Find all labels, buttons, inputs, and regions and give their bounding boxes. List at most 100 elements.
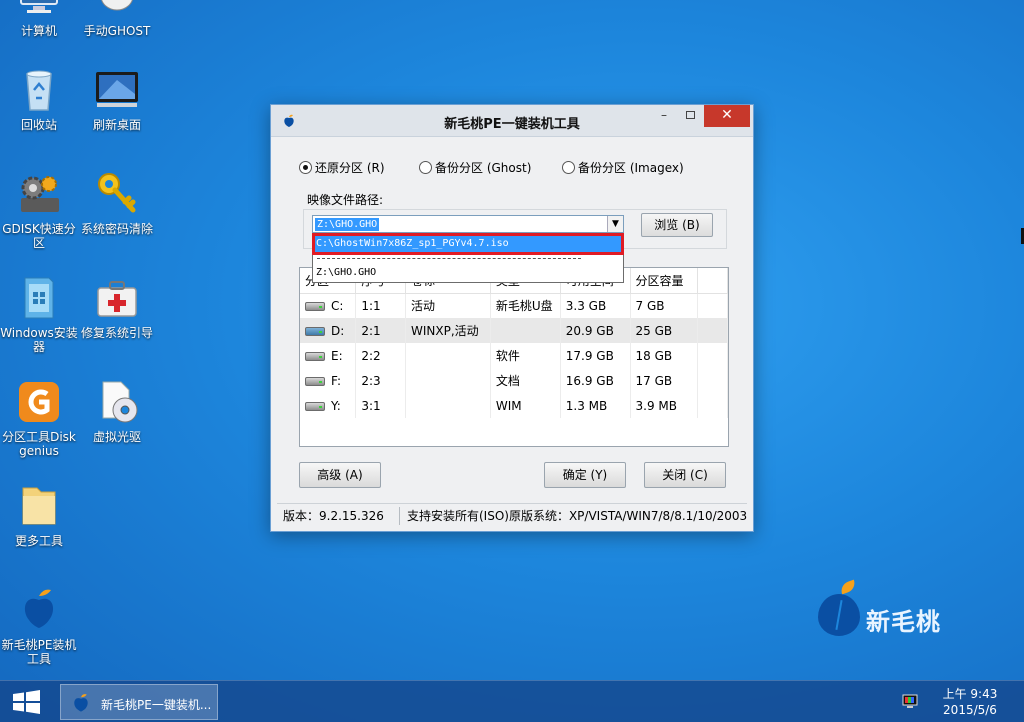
status-divider [399,507,400,525]
radio-circle[interactable] [419,161,432,174]
diskgenius-icon [15,378,63,426]
table-row[interactable]: C: 1:1 活动 新毛桃U盘 3.3 GB 7 GB [300,293,728,318]
close-window-button[interactable]: ✕ [704,105,750,127]
drive-letter: Y: [331,398,341,413]
drive-letter: E: [331,348,343,363]
desktop-icon-label: GDISK快速分区 [2,222,76,250]
peach-logo-icon [71,693,91,713]
cell-free: 16.9 GB [560,368,631,393]
cell-empty [697,293,728,318]
drive-letter: C: [331,298,344,313]
desktop-icon-label: 系统密码清除 [80,222,153,236]
desktop-icon-diskgenius[interactable]: 分区工具Diskgenius [0,378,78,458]
cell-type: WIM [490,393,561,418]
start-button[interactable] [0,681,54,722]
cell-drive: D: [300,318,357,343]
brand-peach [818,594,860,636]
table-row-selected[interactable]: D: 2:1 WINXP,活动 20.9 GB 25 GB [300,318,728,343]
cell-empty [697,318,728,343]
system-clock[interactable]: 上午 9:43 2015/5/6 [936,686,1004,718]
windows-logo-icon [13,690,40,714]
desktop-icon-gdisk[interactable]: GDISK快速分区 [0,170,78,250]
close-button[interactable]: 关闭 (C) [644,462,726,488]
column-header[interactable]: 分区容量 [630,268,699,294]
radio-restore-label: 还原分区 (R) [315,161,385,175]
advanced-button[interactable]: 高级 (A) [299,462,381,488]
desktop-icon-recycle-bin[interactable]: 回收站 [0,66,78,132]
drive-letter: D: [331,323,345,338]
cell-index: 2:3 [355,368,407,393]
display-tray-icon[interactable] [902,693,918,709]
ghost-icon [93,0,141,20]
cell-empty [697,393,728,418]
desktop-icon-repair-boot[interactable]: 修复系统引导 [78,274,156,340]
column-header-empty [697,268,728,294]
table-row[interactable]: Y: 3:1 WIM 1.3 MB 3.9 MB [300,393,728,418]
desktop-icon-more-tools[interactable]: 更多工具 [0,482,78,548]
chevron-down-icon[interactable]: ▼ [607,216,623,232]
folder-icon [15,482,63,530]
cell-type: 文档 [490,368,561,393]
cell-free: 17.9 GB [560,343,631,368]
cell-label [405,393,491,418]
cell-free: 1.3 MB [560,393,631,418]
taskbar: 新毛桃PE一键装机... 上午 9:43 2015/5/6 [0,680,1024,722]
clock-time: 上午 9:43 [942,687,998,701]
image-path-dropdown: C:\GhostWin7x86Z_sp1_PGYv4.7.iso Z:\GHO.… [312,233,624,283]
first-aid-kit-icon [93,274,141,322]
cell-index: 1:1 [355,293,407,318]
disc-file-icon [93,378,141,426]
desktop-icon-label: 计算机 [20,24,57,38]
table-row[interactable]: F: 2:3 文档 16.9 GB 17 GB [300,368,728,393]
desktop-icon-computer[interactable]: 计算机 [0,0,78,38]
desktop-icon-windows-installer[interactable]: Windows安装器 [0,274,78,354]
desktop-icon-label: 更多工具 [14,534,63,548]
desktop-icon-virtual-drive[interactable]: 虚拟光驱 [78,378,156,444]
radio-circle-checked[interactable] [299,161,312,174]
cell-size: 3.9 MB [630,393,699,418]
cell-size: 7 GB [630,293,699,318]
image-path-value: Z:\GHO.GHO [315,218,380,231]
hard-drive-icon [305,376,325,386]
taskbar-item-label: 新毛桃PE一键装机... [101,698,212,712]
cell-label [405,343,491,368]
brand-logo: 新毛桃 [818,579,968,642]
hard-drive-icon [305,301,325,311]
cell-empty [697,368,728,393]
cell-drive: F: [300,368,357,393]
desktop-icon-refresh-desktop[interactable]: 刷新桌面 [78,66,156,132]
desktop-icon-label: 回收站 [20,118,57,132]
radio-backup-ghost[interactable]: 备份分区 (Ghost) [419,159,531,176]
desktop-icon-password-clear[interactable]: 系统密码清除 [78,170,156,236]
table-row[interactable]: E: 2:2 软件 17.9 GB 18 GB [300,343,728,368]
desktop-icon-pe-installer[interactable]: 新毛桃PE装机工具 [0,586,78,666]
cell-label: WINXP,活动 [405,318,491,343]
minimize-button[interactable]: – [651,105,677,127]
image-path-combobox[interactable]: Z:\GHO.GHO ▼ [312,215,624,233]
radio-backup-imagex[interactable]: 备份分区 (Imagex) [562,159,684,176]
cell-label [405,368,491,393]
taskbar-item-pe-installer[interactable]: 新毛桃PE一键装机... [60,684,218,720]
brand-name: 新毛桃 [866,608,941,636]
desktop-icon-label: 手动GHOST [83,24,151,38]
dropdown-item-gho[interactable]: Z:\GHO.GHO [316,266,376,280]
desktop-icon-label: 修复系统引导 [80,326,153,340]
dialog-titlebar[interactable]: 新毛桃PE一键装机工具 – ✕ [271,105,753,137]
recycle-bin-icon [15,66,63,114]
radio-circle[interactable] [562,161,575,174]
maximize-button[interactable] [677,105,703,127]
cell-type: 新毛桃U盘 [490,293,561,318]
cell-index: 2:2 [355,343,407,368]
hard-drive-icon [305,351,325,361]
installer-dialog: 新毛桃PE一键装机工具 – ✕ 还原分区 (R) 备份分区 (Ghost) 备份… [270,104,754,532]
radio-restore[interactable]: 还原分区 (R) [299,159,385,176]
clock-date: 2015/5/6 [943,703,997,717]
ok-button[interactable]: 确定 (Y) [544,462,626,488]
image-path-label: 映像文件路径: [307,193,384,207]
cell-size: 25 GB [630,318,699,343]
desktop-icon-label: 刷新桌面 [92,118,141,132]
desktop-icon-manual-ghost[interactable]: 手动GHOST [78,0,156,38]
browse-button[interactable]: 浏览 (B) [641,213,713,237]
dropdown-item-iso[interactable]: C:\GhostWin7x86Z_sp1_PGYv4.7.iso [312,233,624,255]
partition-table: 分区 序号 卷标 类型 可用空间 分区容量 C: 1:1 活动 新毛桃U盘 3.… [299,267,729,447]
